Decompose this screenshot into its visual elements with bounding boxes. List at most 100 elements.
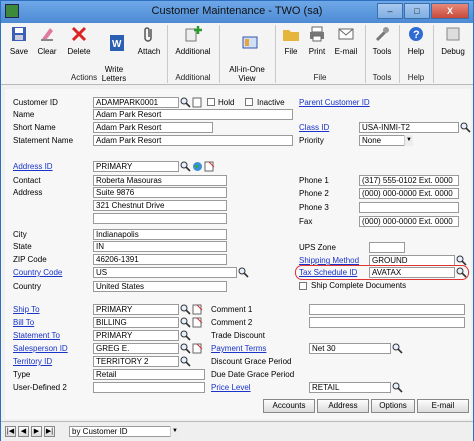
address-lookup-icon[interactable] — [180, 161, 191, 172]
sort-order-select[interactable]: by Customer ID — [69, 426, 179, 437]
address-line-3[interactable] — [93, 213, 227, 224]
bill-to-lookup-icon[interactable] — [180, 317, 191, 328]
attach-button[interactable]: Attach — [135, 25, 163, 56]
parent-customer-id-link[interactable]: Parent Customer ID — [299, 97, 370, 108]
zip-field[interactable]: 46206-1391 — [93, 254, 227, 265]
class-lookup-icon[interactable] — [460, 122, 471, 133]
fax-field[interactable]: (000) 000-0000 Ext. 0000 — [359, 216, 459, 227]
class-id-field[interactable]: USA-INMI-T2 — [359, 122, 459, 133]
options-button[interactable]: Options — [371, 399, 415, 413]
salesperson-note-icon[interactable] — [192, 343, 203, 354]
zip-label: ZIP Code — [13, 255, 47, 264]
previous-record-button[interactable]: ◀ — [18, 426, 29, 437]
payment-terms-lookup-icon[interactable] — [392, 343, 403, 354]
user-defined-2-field[interactable] — [93, 382, 205, 393]
file-menu-button[interactable]: File — [279, 25, 303, 56]
salesperson-field[interactable]: GREG E. — [93, 343, 179, 354]
bill-to-field[interactable]: BILLING — [93, 317, 179, 328]
country-code-link[interactable]: Country Code — [13, 267, 62, 278]
address-button[interactable]: Address — [317, 399, 369, 413]
bill-to-link[interactable]: Bill To — [13, 317, 34, 328]
phone-2-field[interactable]: (000) 000-0000 Ext. 0000 — [359, 188, 459, 199]
note-icon[interactable] — [192, 97, 203, 108]
short-name-field[interactable]: Adam Park Resort — [93, 122, 213, 133]
price-level-field[interactable]: RETAIL — [309, 382, 391, 393]
tax-schedule-id-link[interactable]: Tax Schedule ID — [299, 267, 357, 278]
debug-icon — [446, 27, 460, 41]
price-level-link[interactable]: Price Level — [211, 382, 251, 393]
hold-checkbox[interactable] — [207, 98, 215, 106]
territory-lookup-icon[interactable] — [180, 356, 191, 367]
all-in-one-view-icon — [242, 36, 258, 49]
address-note-icon[interactable] — [204, 161, 215, 172]
statement-to-lookup-icon[interactable] — [180, 330, 191, 341]
address-line-2[interactable]: 321 Chestnut Drive — [93, 200, 227, 211]
statement-name-field[interactable]: Adam Park Resort — [93, 135, 293, 146]
statement-to-field[interactable]: PRIMARY — [93, 330, 179, 341]
email-button[interactable]: E-mail — [331, 25, 361, 56]
state-field[interactable]: IN — [93, 241, 227, 252]
chevron-down-icon[interactable]: ▼ — [404, 135, 413, 146]
sort-chevron-down-icon[interactable]: ▼ — [170, 426, 179, 437]
additional-button[interactable]: Additional — [171, 25, 215, 56]
territory-id-link[interactable]: Territory ID — [13, 356, 52, 367]
statement-name-label: Statement Name — [13, 136, 74, 145]
first-record-button[interactable]: |◀ — [5, 426, 16, 437]
debug-button[interactable]: Debug — [437, 25, 469, 56]
email-action-button[interactable]: E-mail — [417, 399, 469, 413]
country-field[interactable]: United States — [93, 281, 227, 292]
payment-terms-link[interactable]: Payment Terms — [211, 343, 266, 354]
delete-button[interactable]: Delete — [65, 25, 93, 56]
comment-1-field[interactable] — [309, 304, 465, 315]
comment-2-field[interactable] — [309, 317, 465, 328]
ups-zone-field[interactable] — [369, 242, 405, 253]
contact-field[interactable]: Roberta Masouras — [93, 175, 227, 186]
price-level-lookup-icon[interactable] — [392, 382, 403, 393]
salesperson-lookup-icon[interactable] — [180, 343, 191, 354]
tax-lookup-icon[interactable] — [456, 267, 467, 278]
territory-field[interactable]: TERRITORY 2 — [93, 356, 179, 367]
customer-form: Customer ID ADAMPARK0001 Hold Inactive P… — [5, 89, 471, 419]
save-button[interactable]: Save — [7, 25, 31, 56]
tools-label: Tools — [372, 47, 392, 56]
country-lookup-icon[interactable] — [238, 267, 249, 278]
tools-button[interactable]: Tools — [369, 25, 395, 56]
type-field[interactable]: Retail — [93, 369, 205, 380]
close-button[interactable]: X — [431, 3, 469, 19]
customer-id-field[interactable]: ADAMPARK0001 — [93, 97, 179, 108]
city-field[interactable]: Indianapolis — [93, 229, 227, 240]
lookup-icon[interactable] — [180, 97, 191, 108]
statement-to-link[interactable]: Statement To — [13, 330, 60, 341]
class-id-link[interactable]: Class ID — [299, 122, 329, 133]
payment-terms-field[interactable]: Net 30 — [309, 343, 391, 354]
city-label: City — [13, 230, 27, 239]
ship-to-field[interactable]: PRIMARY — [93, 304, 179, 315]
tax-schedule-field[interactable]: AVATAX — [369, 267, 455, 278]
country-code-field[interactable]: US — [93, 267, 237, 278]
address-line-1[interactable]: Suite 9876 — [93, 187, 227, 198]
inactive-checkbox[interactable] — [245, 98, 253, 106]
help-button[interactable]: ? Help — [403, 25, 429, 56]
ship-complete-checkbox[interactable] — [299, 282, 307, 290]
globe-icon[interactable] — [192, 161, 203, 172]
maximize-button[interactable]: □ — [404, 3, 430, 19]
print-button[interactable]: Print — [305, 25, 329, 56]
phone-3-field[interactable] — [359, 202, 459, 213]
phone-1-field[interactable]: (317) 555-0102 Ext. 0000 — [359, 175, 459, 186]
ship-to-link[interactable]: Ship To — [13, 304, 40, 315]
clear-button[interactable]: Clear — [35, 25, 59, 56]
salesperson-id-link[interactable]: Salesperson ID — [13, 343, 68, 354]
last-record-button[interactable]: ▶| — [44, 426, 55, 437]
address-id-field[interactable]: PRIMARY — [93, 161, 179, 172]
all-in-one-view-button[interactable]: All-in-One View — [223, 25, 271, 83]
name-field[interactable]: Adam Park Resort — [93, 109, 293, 120]
address-id-link[interactable]: Address ID — [13, 161, 53, 172]
minimize-button[interactable]: – — [377, 3, 403, 19]
additional-group-label: Additional — [175, 73, 211, 82]
next-record-button[interactable]: ▶ — [31, 426, 42, 437]
ship-to-lookup-icon[interactable] — [180, 304, 191, 315]
ship-to-note-icon[interactable] — [192, 304, 203, 315]
accounts-button[interactable]: Accounts — [263, 399, 315, 413]
paperclip-icon — [144, 27, 152, 42]
bill-to-note-icon[interactable] — [192, 317, 203, 328]
